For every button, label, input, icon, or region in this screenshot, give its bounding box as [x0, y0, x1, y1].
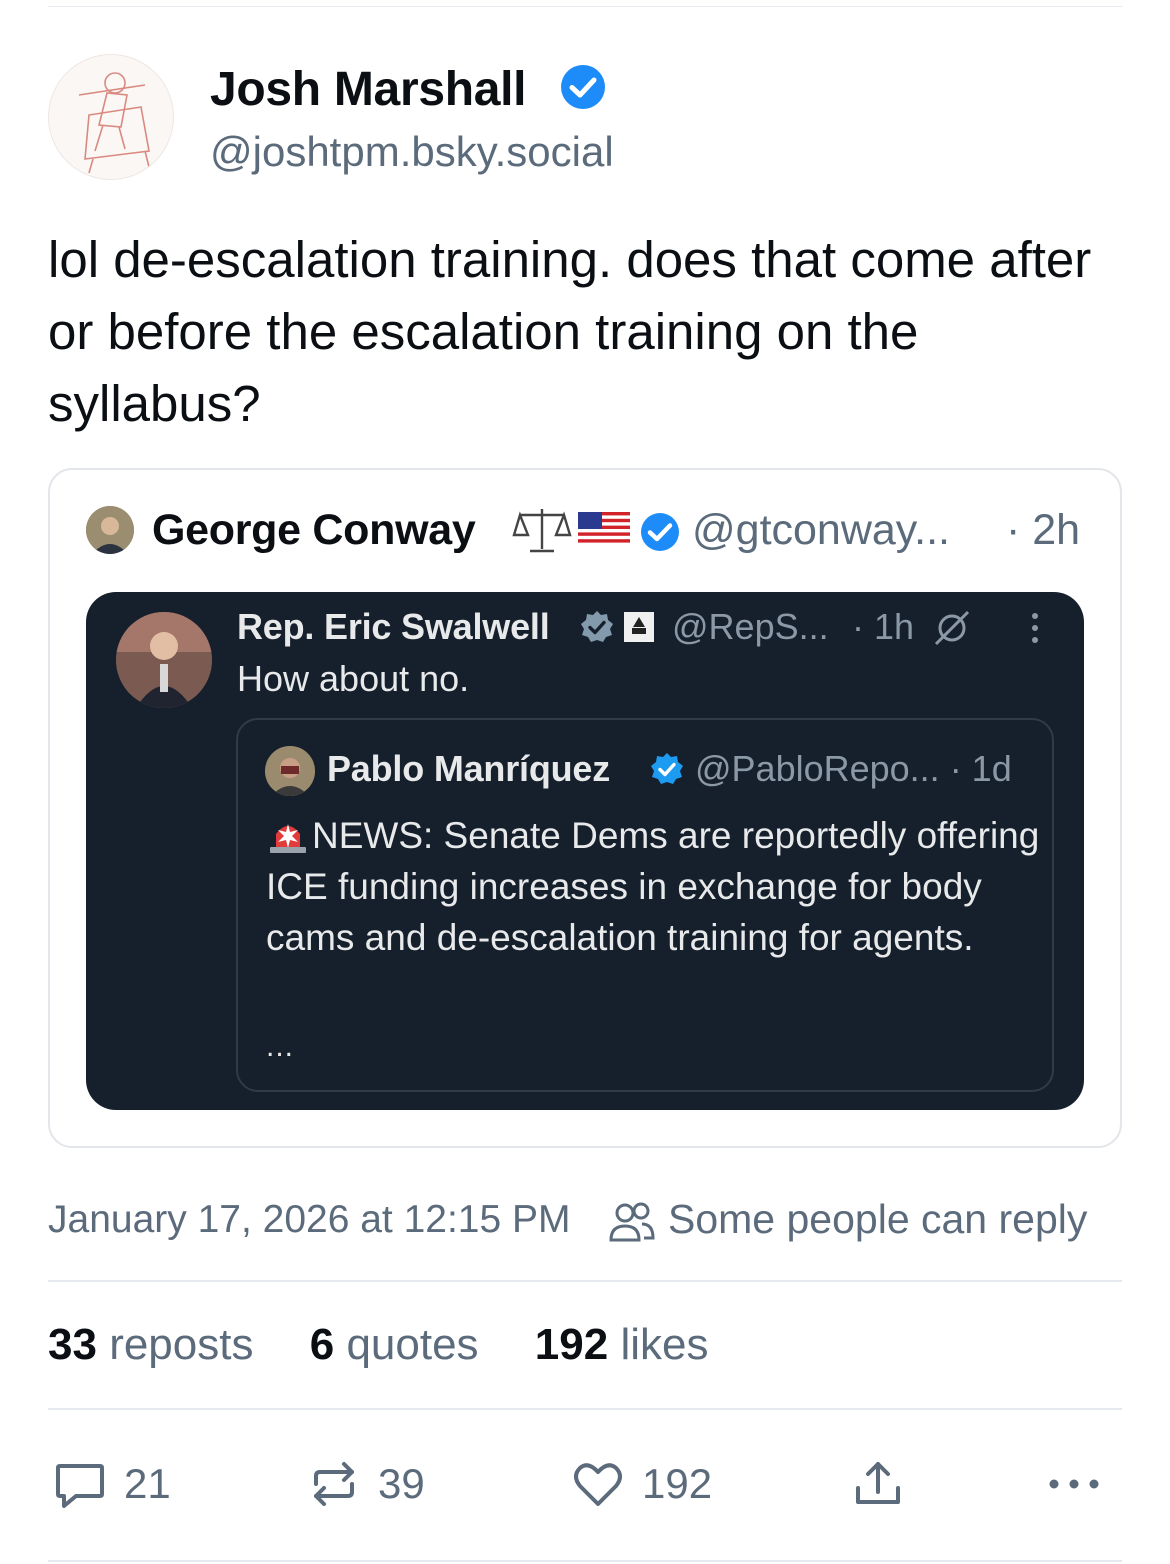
embedded-author-avatar [116, 612, 212, 708]
bottom-divider [48, 1560, 1122, 1562]
quotes-stat[interactable]: 6 quotes [310, 1320, 479, 1369]
reply-button[interactable]: 21 [52, 1456, 171, 1512]
reposts-stat[interactable]: 33 reposts [48, 1320, 253, 1369]
reply-count: 21 [124, 1460, 171, 1507]
post-text: lol de-escalation training. does that co… [48, 231, 1092, 432]
inner-post-text: NEWS: Senate Dems are reportedly offerin… [266, 810, 1046, 963]
heart-icon [574, 1463, 622, 1506]
more-vertical-icon [1032, 613, 1038, 643]
gray-verified-badge-icon [581, 611, 613, 642]
quote-verified-badge-icon [641, 513, 679, 551]
embedded-author-name: Rep. Eric Swalwell [237, 606, 550, 647]
people-icon [609, 1202, 655, 1242]
inner-author-name: Pablo Manríquez [327, 748, 611, 789]
siren-emoji-icon [270, 824, 306, 853]
inner-author-handle: @PabloRepo... · 1d [695, 748, 1012, 789]
inner-post-body: NEWS: Senate Dems are reportedly offerin… [266, 815, 1040, 958]
verified-badge-icon [561, 65, 605, 109]
inner-verified-badge-icon [651, 753, 683, 784]
stats-row: 33 reposts 6 quotes 192 likes [48, 1320, 752, 1370]
embedded-time: · 1h [852, 606, 915, 647]
author-handle[interactable]: @joshtpm.bsky.social [210, 128, 614, 176]
quote-author-avatar [86, 506, 134, 554]
embedded-author-handle: @RepS... [672, 606, 829, 647]
like-count: 192 [642, 1460, 713, 1507]
embedded-post-text: How about no. [237, 658, 470, 699]
quote-author-name: George Conway [152, 506, 476, 554]
top-divider [48, 6, 1122, 7]
divider [48, 1408, 1122, 1410]
reply-icon [56, 1464, 104, 1508]
inner-author-avatar [265, 746, 315, 796]
author-avatar[interactable] [48, 54, 174, 180]
like-button[interactable]: 192 [570, 1456, 712, 1512]
repost-count: 39 [378, 1460, 425, 1507]
share-button[interactable] [850, 1456, 906, 1512]
repost-button[interactable]: 39 [306, 1456, 425, 1512]
divider [48, 1280, 1122, 1282]
government-building-icon [624, 612, 654, 642]
reply-setting[interactable]: Some people can reply [668, 1196, 1087, 1243]
quote-author-handle: @gtconway... [692, 506, 950, 554]
share-icon [856, 1462, 900, 1504]
more-horizontal-icon [1049, 1479, 1099, 1489]
grok-icon [934, 610, 970, 646]
scales-emoji-icon [512, 509, 572, 553]
inner-ellipsis: ... [266, 1030, 295, 1063]
quote-time: · 2h [1006, 506, 1081, 554]
repost-icon [314, 1462, 354, 1506]
likes-stat[interactable]: 192 likes [535, 1320, 709, 1369]
author-name[interactable]: Josh Marshall [210, 62, 527, 117]
post-timestamp: January 17, 2026 at 12:15 PM [48, 1198, 571, 1241]
more-options-button[interactable] [1046, 1456, 1102, 1512]
us-flag-emoji-icon [578, 512, 630, 546]
